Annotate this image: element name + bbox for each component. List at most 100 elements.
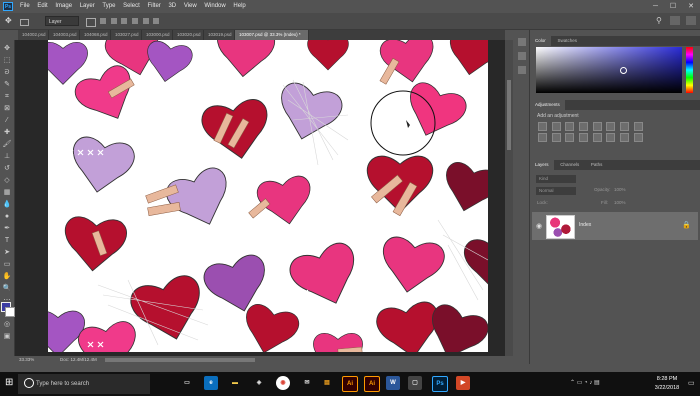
vibrance-icon[interactable]	[592, 122, 602, 131]
pen-tool-icon[interactable]: ✒	[2, 224, 12, 234]
eyedropper-tool-icon[interactable]: ⁄	[2, 116, 12, 126]
notifications-icon[interactable]: ▭	[688, 379, 695, 387]
document-tab[interactable]: 104003.psd	[49, 30, 80, 40]
illustrator-alt-icon[interactable]: Ai	[364, 376, 380, 392]
quick-select-tool-icon[interactable]: ✎	[2, 80, 12, 90]
align-bottom-icon[interactable]	[153, 18, 160, 24]
maximize-icon[interactable]: ☐	[670, 3, 676, 10]
posterize-icon[interactable]	[592, 133, 602, 142]
color-balance-icon[interactable]	[620, 122, 630, 131]
menu-file[interactable]: File	[20, 0, 30, 13]
chrome-icon[interactable]: ◉	[276, 376, 290, 390]
menu-select[interactable]: Select	[123, 0, 140, 13]
mail-icon[interactable]: ✉	[300, 376, 314, 390]
move-tool-icon[interactable]: ✥	[2, 44, 12, 54]
clone-stamp-tool-icon[interactable]: ⊥	[2, 152, 12, 162]
document-tab[interactable]: 103027.psd	[111, 30, 142, 40]
menu-window[interactable]: Window	[204, 0, 225, 13]
taskbar-clock[interactable]: 8:28 PM 3/22/2018	[649, 375, 685, 393]
hue-saturation-icon[interactable]	[606, 122, 616, 131]
properties-panel-icon[interactable]	[518, 52, 526, 60]
vertical-scroll-thumb[interactable]	[507, 80, 511, 150]
eraser-tool-icon[interactable]: ◇	[2, 176, 12, 186]
document-tab-active[interactable]: 103007.psd @ 33.3% (Index) *	[235, 30, 309, 40]
document-tab[interactable]: 103019.psd	[204, 30, 235, 40]
marquee-tool-icon[interactable]: ⬚	[2, 56, 12, 66]
layer-thumbnail[interactable]	[546, 215, 575, 239]
share-icon[interactable]	[686, 16, 696, 25]
type-tool-icon[interactable]: T	[2, 236, 12, 246]
layer-name[interactable]: Index	[579, 222, 591, 228]
background-color-swatch[interactable]	[5, 307, 15, 317]
taskbar-search-box[interactable]: Type here to search	[18, 374, 150, 394]
word-icon[interactable]: W	[386, 376, 400, 390]
app-icon[interactable]: ▤	[320, 376, 334, 390]
menu-layer[interactable]: Layer	[80, 0, 95, 13]
healing-brush-tool-icon[interactable]: ✚	[2, 128, 12, 138]
auto-select-dropdown[interactable]: Layer	[45, 16, 79, 26]
document-tab[interactable]: 104068.psd	[80, 30, 111, 40]
menu-help[interactable]: Help	[233, 0, 245, 13]
menu-view[interactable]: View	[184, 0, 197, 13]
dodge-tool-icon[interactable]: ●	[2, 212, 12, 222]
history-panel-icon[interactable]	[518, 38, 526, 46]
tab-paths[interactable]: Paths	[586, 160, 608, 170]
tab-swatches[interactable]: Swatches	[552, 36, 582, 46]
edge-browser-icon[interactable]: e	[204, 376, 218, 390]
powerpoint-icon[interactable]: ▶	[456, 376, 470, 390]
document-tab[interactable]: 103020.psd	[173, 30, 204, 40]
app-window-icon[interactable]: ▢	[408, 376, 422, 390]
quick-mask-icon[interactable]: ◎	[2, 320, 12, 330]
opacity-value[interactable]: 100%	[614, 187, 626, 192]
close-icon[interactable]: ✕	[688, 3, 694, 10]
store-icon[interactable]: ◈	[252, 376, 266, 390]
color-picker-field[interactable]	[536, 47, 682, 93]
shape-tool-icon[interactable]: ▭	[2, 260, 12, 270]
blend-mode-select[interactable]: Normal	[536, 187, 576, 195]
minimize-icon[interactable]: ─	[653, 3, 658, 10]
tab-channels[interactable]: Channels	[555, 160, 584, 170]
black-white-icon[interactable]	[633, 122, 643, 131]
align-center-icon[interactable]	[110, 18, 117, 24]
menu-image[interactable]: Image	[55, 0, 72, 13]
color-picker-marker[interactable]	[620, 67, 627, 74]
tab-color[interactable]: Color	[530, 36, 551, 46]
gradient-tool-icon[interactable]: ▦	[2, 188, 12, 198]
threshold-icon[interactable]	[606, 133, 616, 142]
crop-tool-icon[interactable]: ⌗	[2, 92, 12, 102]
levels-icon[interactable]	[551, 122, 561, 131]
align-right-icon[interactable]	[121, 18, 128, 24]
brush-tool-icon[interactable]: 🖌	[2, 140, 12, 150]
invert-icon[interactable]	[579, 133, 589, 142]
menu-filter[interactable]: Filter	[147, 0, 160, 13]
windows-start-icon[interactable]: ⊞	[5, 377, 17, 389]
move-tool-icon[interactable]: ✥	[5, 16, 15, 26]
blur-tool-icon[interactable]: 💧	[2, 200, 12, 210]
task-view-icon[interactable]: ▭	[180, 376, 194, 390]
system-tray-icons[interactable]: ⌃ ▭ ◔ ♪ ▤	[570, 379, 600, 386]
layer-filter-kind[interactable]: Kind	[536, 175, 576, 183]
menu-3d[interactable]: 3D	[168, 0, 176, 13]
horizontal-scroll-thumb[interactable]	[105, 358, 255, 362]
document-tab[interactable]: 103000.psd	[142, 30, 173, 40]
align-top-icon[interactable]	[132, 18, 139, 24]
hand-tool-icon[interactable]: ✋	[2, 272, 12, 282]
history-brush-tool-icon[interactable]: ↺	[2, 164, 12, 174]
hue-slider[interactable]	[686, 47, 693, 93]
exposure-icon[interactable]	[579, 122, 589, 131]
menu-type[interactable]: Type	[102, 0, 115, 13]
document-tab[interactable]: 104002.psd	[18, 30, 49, 40]
zoom-level[interactable]: 33.33%	[19, 356, 34, 364]
search-icon[interactable]: ⚲	[656, 16, 662, 25]
curves-icon[interactable]	[565, 122, 575, 131]
align-left-icon[interactable]	[100, 18, 106, 24]
screen-mode-icon[interactable]: ▣	[2, 332, 12, 342]
file-explorer-icon[interactable]: ▬	[228, 376, 242, 390]
menu-edit[interactable]: Edit	[37, 0, 47, 13]
channel-mixer-icon[interactable]	[551, 133, 561, 142]
visibility-eye-icon[interactable]: ◉	[536, 222, 542, 230]
auto-select-checkbox[interactable]	[20, 19, 29, 26]
tab-layers[interactable]: Layers	[530, 160, 554, 170]
brightness-contrast-icon[interactable]	[538, 122, 547, 131]
photoshop-logo-icon[interactable]: Ps	[3, 2, 13, 11]
